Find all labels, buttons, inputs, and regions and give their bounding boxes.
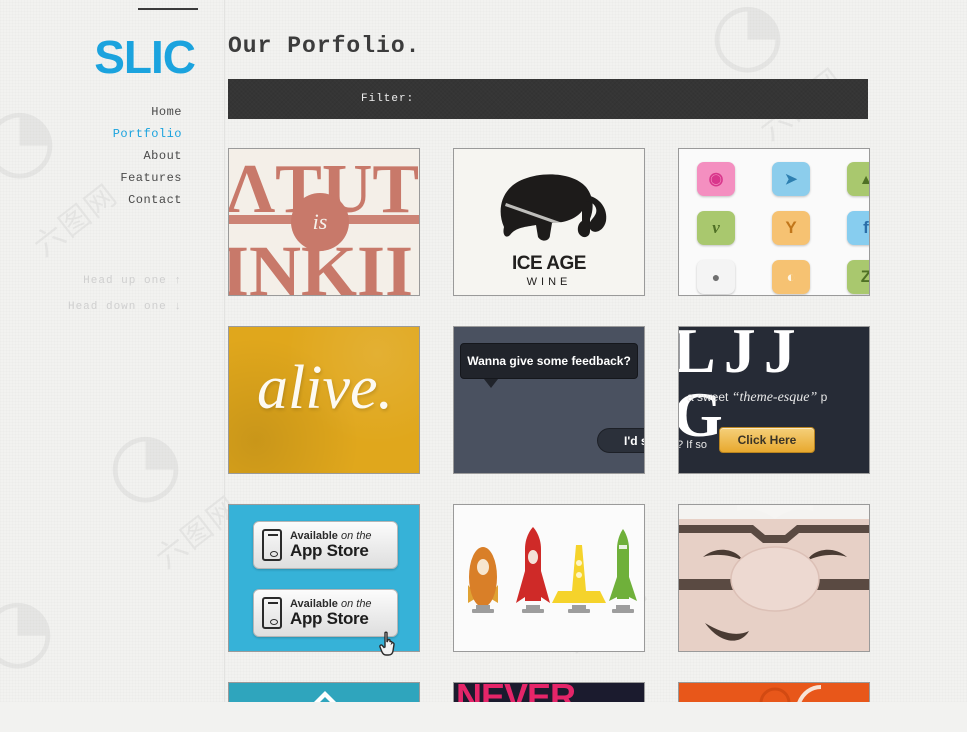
feedback-button[interactable]: I'd s bbox=[597, 428, 644, 453]
wine-subtitle: WINE bbox=[526, 276, 572, 288]
nav-item-portfolio[interactable]: Portfolio bbox=[0, 123, 182, 145]
theme-tagline: a sweet “theme-esque” p bbox=[687, 390, 869, 406]
phone-icon bbox=[262, 597, 282, 629]
feedback-bubble: Wanna give some feedback? bbox=[460, 343, 638, 379]
main-content: Our Porfolio. Filter: ΛTUTOΙ is INKII IC… bbox=[228, 0, 967, 702]
bird-icon bbox=[314, 691, 336, 702]
portfolio-row: ΛTUTOΙ is INKII ICE AGE WINE ◉ ➤ ▲ bbox=[228, 148, 873, 296]
portfolio-item-bird-teal[interactable] bbox=[228, 682, 420, 702]
dribbble-icon[interactable]: ◉ bbox=[697, 162, 735, 196]
never-text: NEVER bbox=[456, 683, 576, 702]
portfolio-item-feedback-widget[interactable]: Wanna give some feedback? I'd s bbox=[453, 326, 645, 474]
sidebar-top-rule bbox=[138, 8, 198, 10]
nav-item-home[interactable]: Home bbox=[0, 101, 182, 123]
portfolio-grid: ΛTUTOΙ is INKII ICE AGE WINE ◉ ➤ ▲ bbox=[228, 148, 873, 732]
portfolio-item-theme-esque[interactable]: LJJ G a sweet “theme-esque” p ? If so Cl… bbox=[678, 326, 870, 474]
badge-line2: App Store bbox=[290, 540, 369, 560]
nav-item-contact[interactable]: Contact bbox=[0, 189, 182, 211]
social-icon-grid: ◉ ➤ ▲ v Y f ● ◐ Z bbox=[697, 162, 869, 294]
theme-ifso-text: ? If so bbox=[678, 439, 707, 451]
rocket-orange bbox=[468, 547, 498, 613]
rocket-illustration bbox=[468, 527, 637, 613]
page-title: Our Porfolio. bbox=[228, 33, 421, 59]
badge-line2: App Store bbox=[290, 608, 369, 628]
facebook-icon[interactable]: f bbox=[847, 211, 869, 245]
head-up-one-link[interactable]: Head up one ↑ bbox=[0, 268, 182, 294]
badge-line1: Available bbox=[290, 529, 338, 542]
portfolio-item-inkind-poster[interactable]: ΛTUTOΙ is INKII bbox=[228, 148, 420, 296]
forrst-icon[interactable]: ▲ bbox=[847, 162, 869, 196]
portfolio-item-alive[interactable]: alive. bbox=[228, 326, 420, 474]
badge-line1: Available bbox=[290, 597, 338, 610]
nav-item-features[interactable]: Features bbox=[0, 167, 182, 189]
main-navigation: Home Portfolio About Features Contact bbox=[0, 101, 182, 211]
rocket-red bbox=[516, 527, 550, 613]
portfolio-row: NEVER bbox=[228, 682, 873, 702]
rocket-green bbox=[609, 529, 637, 613]
feedback-bubble-tail bbox=[484, 379, 498, 388]
github-icon[interactable]: ● bbox=[697, 260, 735, 294]
portfolio-item-rockets[interactable] bbox=[453, 504, 645, 652]
portfolio-item-orange[interactable] bbox=[678, 682, 870, 702]
portfolio-item-ice-age-wine[interactable]: ICE AGE WINE bbox=[453, 148, 645, 296]
rocket-yellow bbox=[552, 545, 606, 613]
filter-label: Filter: bbox=[361, 93, 415, 105]
head-down-one-link[interactable]: Head down one ↓ bbox=[0, 294, 182, 320]
portfolio-item-never-poster[interactable]: NEVER bbox=[453, 682, 645, 702]
cartoon-face-illustration bbox=[679, 505, 869, 651]
theme-tagline-suffix: p bbox=[820, 390, 828, 404]
portfolio-item-app-store[interactable]: Available on the App Store Available on … bbox=[228, 504, 420, 652]
nav-item-about[interactable]: About bbox=[0, 145, 182, 167]
swirl-icon bbox=[759, 685, 822, 702]
sidebar: SLIC Home Portfolio About Features Conta… bbox=[0, 0, 225, 702]
badge-line1-em: on the bbox=[340, 597, 372, 610]
portfolio-row: Available on the App Store Available on … bbox=[228, 504, 873, 652]
filter-bar[interactable]: Filter: bbox=[228, 79, 868, 119]
yahoo-icon[interactable]: Y bbox=[772, 211, 810, 245]
app-store-badge[interactable]: Available on the App Store bbox=[253, 589, 398, 637]
site-logo[interactable]: SLIC bbox=[0, 34, 196, 80]
click-here-button[interactable]: Click Here bbox=[719, 427, 815, 453]
badge-line1-em: on the bbox=[340, 529, 372, 542]
portfolio-item-social-icons[interactable]: ◉ ➤ ▲ v Y f ● ◐ Z bbox=[678, 148, 870, 296]
wine-title: ICE AGE bbox=[512, 253, 586, 274]
zerply-icon[interactable]: Z bbox=[847, 260, 869, 294]
poster-circle-is: is bbox=[291, 193, 349, 251]
phone-icon bbox=[262, 529, 282, 561]
portfolio-item-cartoon-face[interactable] bbox=[678, 504, 870, 652]
app-store-badge[interactable]: Available on the App Store bbox=[253, 521, 398, 569]
mammoth-icon bbox=[500, 174, 607, 241]
portfolio-row: alive. Wanna give some feedback? I'd s L… bbox=[228, 326, 873, 474]
theme-tagline-emphasis: “theme-esque” bbox=[731, 390, 818, 405]
theme-tagline-prefix: a sweet bbox=[687, 390, 729, 404]
vimeo-icon[interactable]: v bbox=[697, 211, 735, 245]
twitter-icon[interactable]: ➤ bbox=[772, 162, 810, 196]
rss-icon[interactable]: ◐ bbox=[772, 260, 810, 294]
scroll-hints: Head up one ↑ Head down one ↓ bbox=[0, 268, 182, 320]
alive-lettering: alive. bbox=[257, 354, 393, 422]
